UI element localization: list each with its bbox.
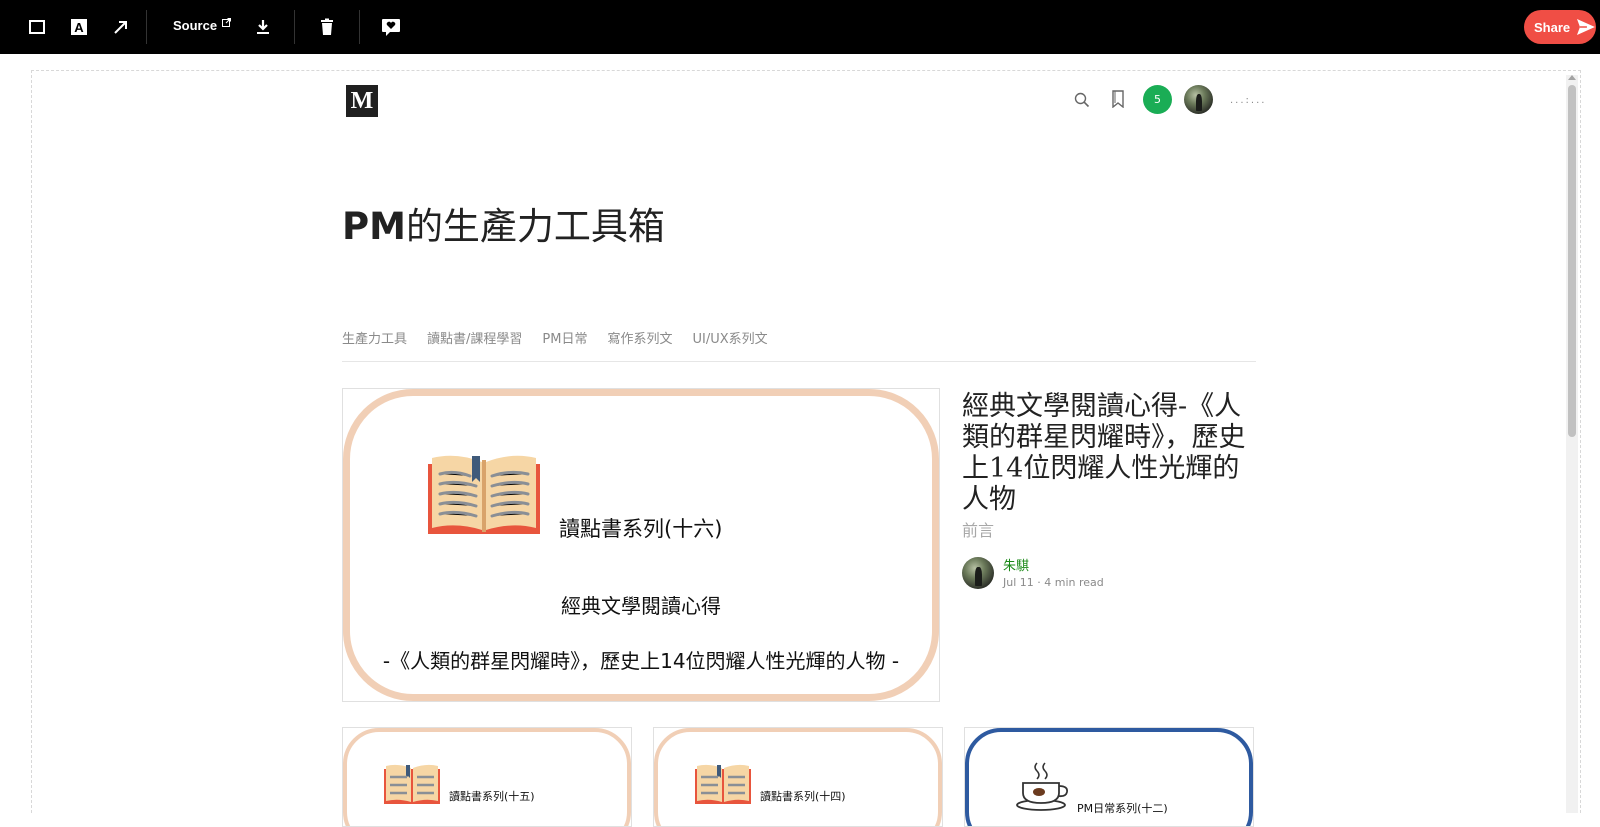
share-label: Share — [1534, 19, 1571, 35]
author-avatar[interactable] — [962, 557, 994, 589]
coffee-cup-icon — [1015, 761, 1071, 815]
open-book-icon — [694, 763, 752, 809]
page-scrollbar[interactable] — [1566, 75, 1578, 813]
nav-tab-writing-series[interactable]: 寫作系列文 — [607, 328, 672, 347]
publication-nav: 生產力工具 讀點書/課程學習 PM日常 寫作系列文 UI/UX系列文 — [342, 328, 788, 347]
nav-tab-uiux-series[interactable]: UI/UX系列文 — [692, 328, 767, 347]
bookmark-icon[interactable] — [1107, 88, 1129, 110]
send-icon — [1577, 19, 1596, 35]
publication-title-latin: PM — [342, 205, 406, 248]
rectangle-icon[interactable] — [21, 11, 53, 43]
text-box-icon[interactable]: A — [63, 11, 95, 43]
open-book-icon — [426, 452, 542, 540]
toolbar-divider — [146, 10, 147, 44]
nav-tab-productivity-tools[interactable]: 生產力工具 — [342, 328, 407, 347]
source-button[interactable]: Source — [173, 18, 231, 33]
annotation-toolbar: A Source Share — [0, 0, 1600, 54]
story-card[interactable]: 讀點書系列(十五) — [342, 727, 632, 827]
medium-logo[interactable]: M — [346, 85, 378, 117]
publication-title-cjk: 的生產力工具箱 — [405, 205, 665, 248]
share-button[interactable]: Share — [1524, 10, 1596, 44]
nav-tab-pm-daily[interactable]: PM日常 — [542, 328, 587, 347]
featured-story-title[interactable]: 經典文學閱讀心得-《人類的群星閃耀時》，歷史上14位閃耀人性光輝的人物 — [962, 391, 1262, 515]
image-subheading: -《人類的群星閃耀時》，歷史上14位閃耀人性光輝的人物 - — [382, 649, 900, 673]
arrow-icon[interactable] — [105, 11, 137, 43]
scrollbar-thumb[interactable] — [1568, 85, 1576, 437]
notification-badge[interactable]: 5 — [1143, 85, 1172, 114]
download-icon[interactable] — [247, 11, 279, 43]
open-book-icon — [383, 763, 441, 809]
toolbar-divider — [294, 10, 295, 44]
scroll-up-icon[interactable] — [1568, 75, 1576, 80]
featured-story-image[interactable]: 讀點書系列(十六) 經典文學閱讀心得 -《人類的群星閃耀時》，歷史上14位閃耀人… — [342, 388, 940, 702]
search-icon[interactable] — [1071, 89, 1093, 111]
story-meta: Jul 11 · 4 min read — [1003, 576, 1104, 589]
card-label: PM日常系列(十二) — [1077, 802, 1168, 815]
story-card[interactable]: 讀點書系列(十四) — [653, 727, 943, 827]
more-icon[interactable]: ...:... — [1230, 95, 1266, 106]
nav-divider — [342, 361, 1256, 362]
card-label: 讀點書系列(十五) — [449, 790, 535, 803]
user-avatar[interactable] — [1184, 85, 1213, 114]
image-heading: 經典文學閱讀心得 — [561, 594, 721, 618]
external-link-icon — [219, 18, 231, 30]
story-card[interactable]: PM日常系列(十二) — [964, 727, 1254, 827]
author-name-link[interactable]: 朱騏 — [1003, 555, 1029, 574]
publication-title: PM的生產力工具箱 — [342, 196, 665, 250]
toolbar-divider — [359, 10, 360, 44]
heart-chat-icon[interactable] — [375, 11, 407, 43]
svg-text:A: A — [74, 20, 84, 35]
featured-story-subtitle: 前言 — [962, 521, 995, 540]
trash-icon[interactable] — [311, 11, 343, 43]
source-label: Source — [173, 18, 218, 33]
card-label: 讀點書系列(十四) — [760, 790, 846, 803]
nav-tab-reading-courses[interactable]: 讀點書/課程學習 — [427, 328, 522, 347]
image-series-label: 讀點書系列(十六) — [559, 517, 723, 541]
